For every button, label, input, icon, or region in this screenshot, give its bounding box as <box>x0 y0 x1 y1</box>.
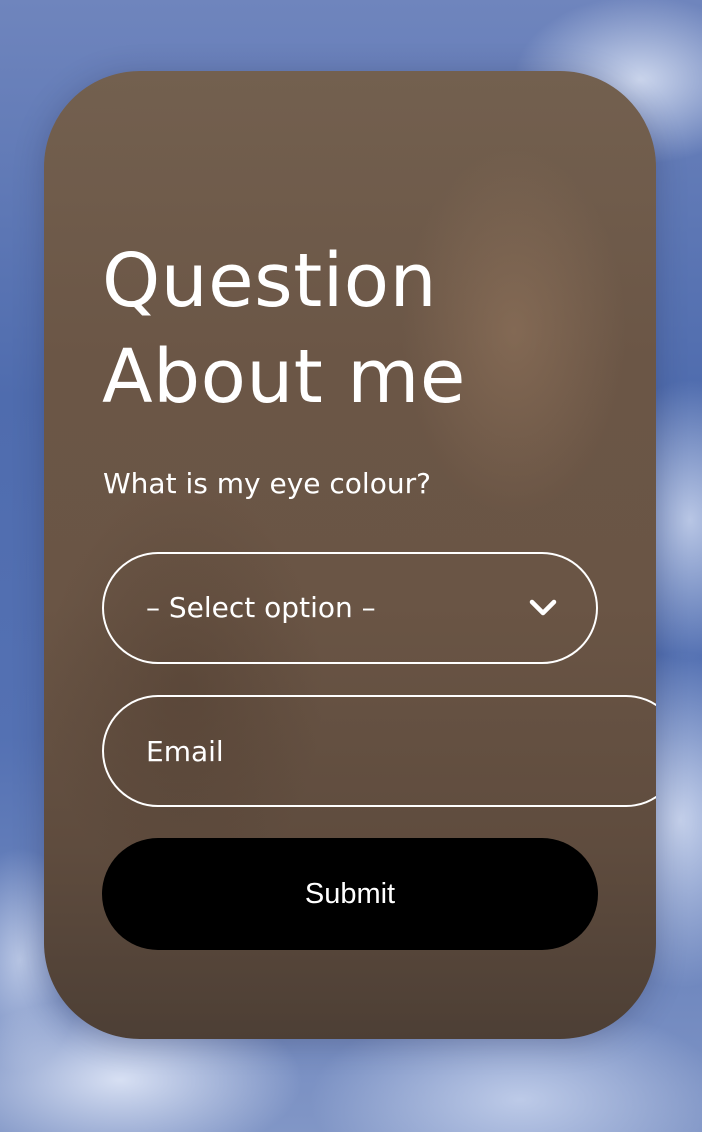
question-form-card: Question About me What is my eye colour?… <box>44 71 656 1039</box>
email-input[interactable] <box>102 695 656 807</box>
select-selected-value: – Select option – <box>146 591 376 624</box>
question-text: What is my eye colour? <box>103 467 431 500</box>
submit-button[interactable]: Submit <box>102 838 598 950</box>
eye-colour-select[interactable]: – Select option – <box>102 552 598 664</box>
form-title: Question About me <box>102 233 466 425</box>
form-title-line-1: Question <box>102 238 437 324</box>
chevron-down-icon <box>529 599 557 616</box>
form-title-line-2: About me <box>102 334 466 420</box>
